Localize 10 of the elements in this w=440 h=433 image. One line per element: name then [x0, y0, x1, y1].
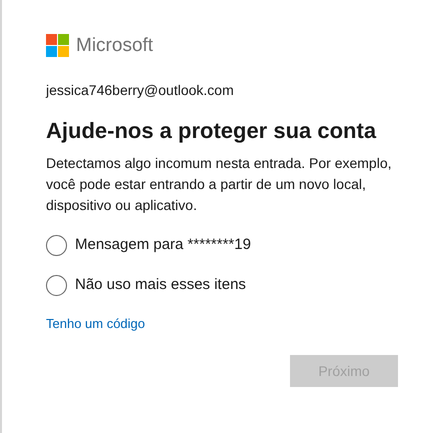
description: Detectamos algo incomum nesta entrada. Por exemplo, você pode estar entrando a partir de um novo local, dispositivo ou aplicativo.: [46, 154, 393, 215]
logo-wordmark: Microsoft: [76, 36, 154, 55]
option-label: Não uso mais esses itens: [75, 275, 246, 295]
logo-icon: [46, 34, 69, 57]
radio-button[interactable]: [46, 274, 67, 296]
option-label: Mensagem para ********19: [75, 235, 251, 255]
code-link[interactable]: Tenho um código: [46, 315, 146, 333]
radio-button[interactable]: [46, 234, 67, 256]
account-email: jessica746berry@outlook.com: [46, 81, 235, 100]
page-title: Ajude-nos a proteger sua conta: [46, 117, 378, 145]
